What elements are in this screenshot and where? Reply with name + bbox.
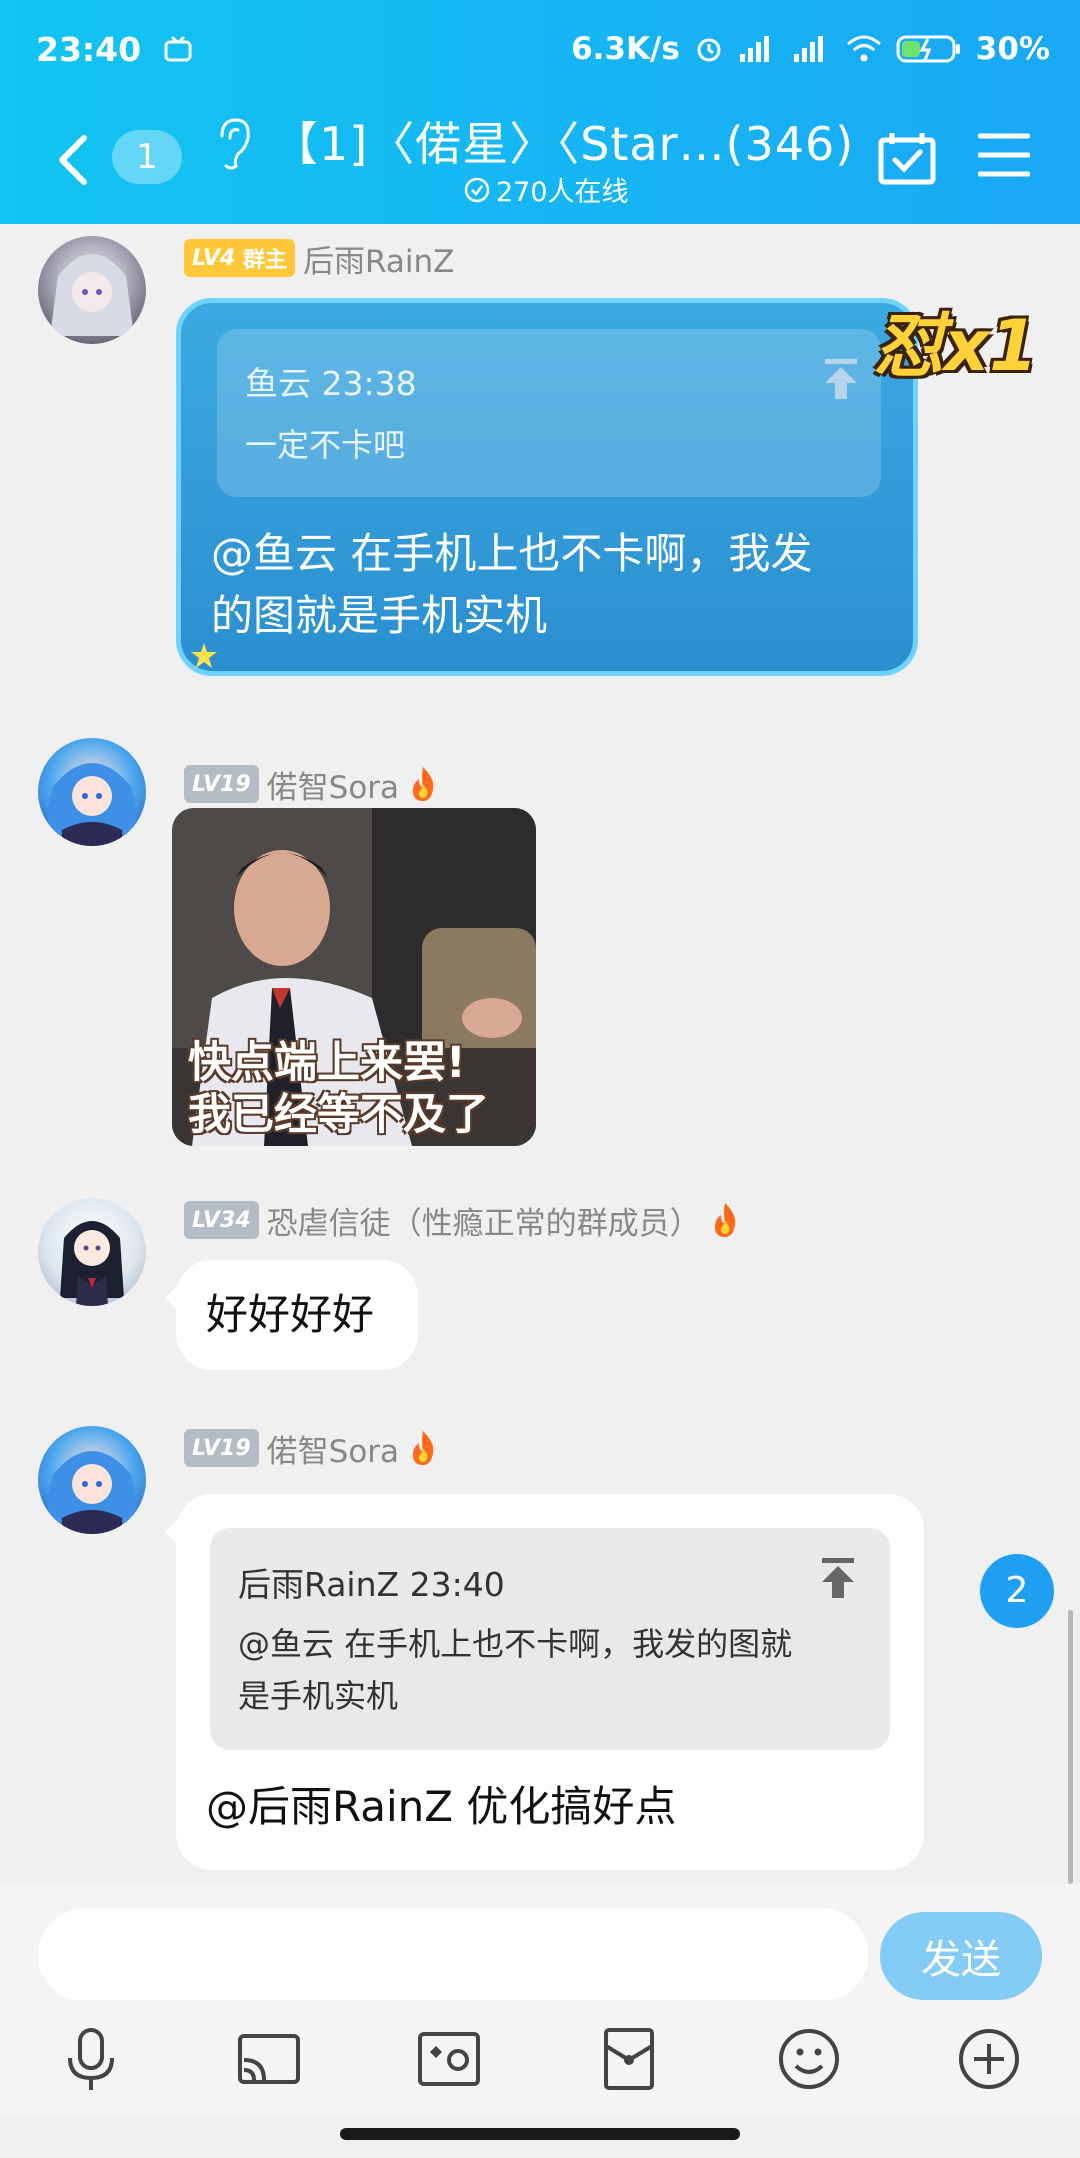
message-text: @鱼云 在手机上也不卡啊，我发 的图就是手机实机 [211, 523, 812, 647]
fire-icon [413, 1431, 434, 1465]
sender-line: LV19 偌智Sora [184, 762, 439, 807]
scrollbar[interactable] [1068, 1610, 1073, 1884]
navbar: 1 【1]〈偌星〉〈Star…(346) 270人在线 [0, 110, 1080, 210]
level-badge: LV4 群主 [184, 239, 296, 277]
bubble-tail [165, 1515, 199, 1549]
level-badge: LV34 [184, 1201, 259, 1239]
sticker-caption: 我已经等不及了 [188, 1090, 489, 1140]
tv-icon [164, 35, 192, 62]
wifi-icon [846, 35, 881, 62]
quoted-reply[interactable]: 鱼云 23:38 一定不卡吧 [217, 329, 881, 497]
ear-icon[interactable] [214, 116, 254, 172]
signal-icon-2 [793, 36, 823, 62]
quote-text: 一定不卡吧 [245, 426, 406, 464]
chat-area[interactable]: LV4 群主 后雨RainZ 鱼云 23:38 一定不卡吧 @鱼云 在手机上也不… [0, 224, 1080, 1884]
sticker-image[interactable]: 快点端上来罢! 我已经等不及了 [172, 808, 536, 1146]
status-time: 23:40 [36, 29, 142, 69]
net-speed: 6.3K/s [571, 31, 680, 67]
message-bubble[interactable]: 好好好好 [165, 1260, 418, 1370]
send-button[interactable]: 发送 [880, 1912, 1042, 2000]
input-bar: 发送 [0, 1884, 1080, 2002]
message-bubble[interactable]: 后雨RainZ 23:40 @鱼云 在手机上也不卡啊，我发的图就 是手机实机 @… [165, 1494, 924, 1870]
sender-name[interactable]: 偌智Sora [267, 1426, 399, 1471]
avatar[interactable] [38, 1426, 146, 1534]
check-circle-icon [464, 177, 490, 202]
quote-header: 鱼云 23:38 [245, 364, 417, 403]
online-count[interactable]: 270人在线 [464, 170, 629, 209]
group-title[interactable]: 【1]〈偌星〉〈Star…(346) [272, 108, 854, 174]
avatar[interactable] [38, 236, 146, 344]
sender-line: LV19 偌智Sora [184, 1426, 439, 1471]
fire-icon [413, 767, 434, 801]
mic-icon[interactable] [56, 2024, 126, 2094]
quoted-reply[interactable]: 后雨RainZ 23:40 @鱼云 在手机上也不卡啊，我发的图就 是手机实机 [210, 1528, 890, 1750]
sender-name[interactable]: 后雨RainZ [303, 236, 454, 281]
level-badge: LV19 [184, 765, 259, 803]
screen-cast-icon[interactable] [234, 2024, 304, 2094]
alarm-icon [697, 38, 721, 62]
avatar[interactable] [38, 1198, 146, 1306]
star-icon [191, 643, 217, 668]
avatar[interactable] [38, 738, 146, 846]
quote-line: @鱼云 在手机上也不卡啊，我发的图就 [238, 1625, 793, 1663]
jump-to-top-icon[interactable] [818, 1556, 858, 1600]
jump-to-top-icon[interactable] [821, 357, 861, 401]
plus-icon[interactable] [954, 2024, 1024, 2094]
fire-icon [714, 1203, 735, 1237]
message-text: 好好好好 [206, 1290, 375, 1339]
sender-line: LV4 群主 后雨RainZ [184, 236, 454, 281]
signal-icon [739, 36, 769, 62]
calendar-check-icon[interactable] [878, 130, 936, 186]
home-indicator[interactable] [340, 2128, 740, 2140]
status-bar: 23:40 6.3K/s 30% [36, 26, 1050, 72]
sender-line: LV34 恐虐信徒（性瘾正常的群成员） [184, 1198, 741, 1243]
message-bubble[interactable]: 鱼云 23:38 一定不卡吧 @鱼云 在手机上也不卡啊，我发 的图就是手机实机 [176, 298, 918, 676]
bubble-tail [165, 1281, 199, 1315]
photo-icon[interactable] [414, 2024, 484, 2094]
level-badge: LV19 [184, 1429, 259, 1467]
emoji-icon[interactable] [774, 2024, 844, 2094]
message-text: @后雨RainZ 优化搞好点 [206, 1782, 677, 1831]
quote-text: @鱼云 在手机上也不卡啊，我发的图就 是手机实机 [238, 1618, 792, 1722]
back-arrow-icon[interactable] [52, 130, 94, 190]
battery-icon [896, 35, 960, 63]
red-packet-icon[interactable] [594, 2024, 664, 2094]
new-messages-badge[interactable]: 2 [980, 1554, 1054, 1628]
menu-icon[interactable] [978, 132, 1030, 178]
sender-name[interactable]: 偌智Sora [267, 762, 399, 807]
quote-header: 后雨RainZ 23:40 [238, 1565, 505, 1604]
app-header: 23:40 6.3K/s 30% 1 【1]〈偌星〉〈Star…(346) 27… [0, 0, 1080, 224]
message-input[interactable] [38, 1908, 868, 2002]
sender-name[interactable]: 恐虐信徒（性瘾正常的群成员） [267, 1198, 701, 1243]
online-count-label: 270人在线 [496, 177, 629, 208]
quote-line: 是手机实机 [238, 1677, 399, 1715]
unread-count-badge[interactable]: 1 [112, 130, 182, 184]
message-line: @鱼云 在手机上也不卡啊，我发 [211, 529, 813, 578]
input-toolbar [0, 2000, 1080, 2116]
reaction-badge[interactable]: 怼x1 [874, 290, 1038, 391]
battery-level: 30% [975, 31, 1050, 67]
message-line: 的图就是手机实机 [211, 591, 548, 640]
